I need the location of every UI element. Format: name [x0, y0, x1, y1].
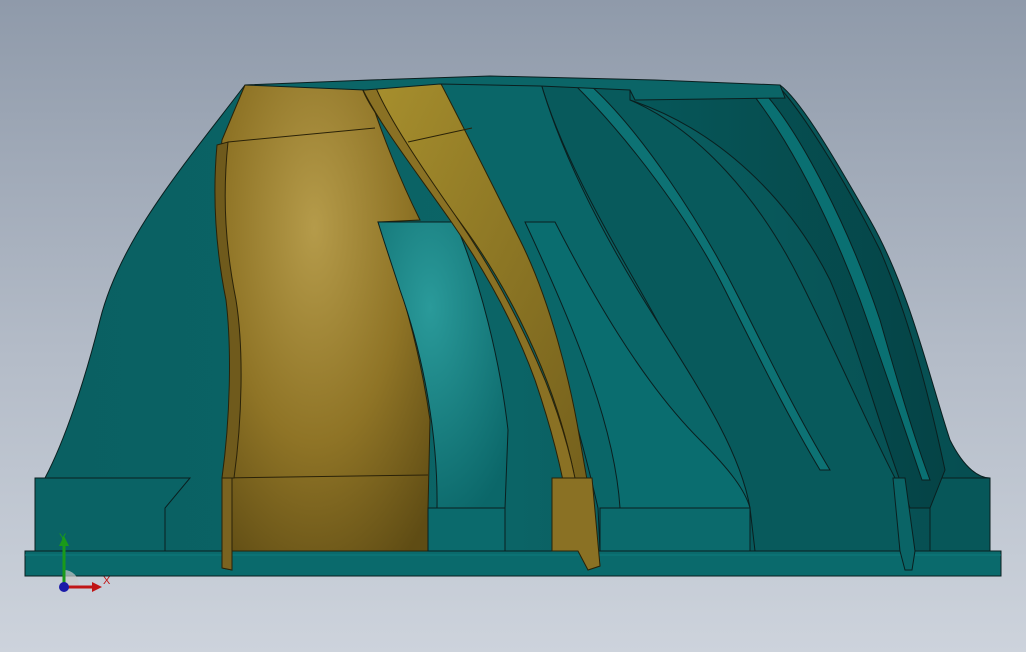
impeller-3d-model[interactable] [0, 0, 1026, 652]
cad-graphics-viewport[interactable]: Y X [0, 0, 1026, 652]
coordinate-triad: Y X [48, 530, 118, 600]
z-axis-origin [59, 582, 69, 592]
base-plate [24, 550, 1002, 577]
x-axis-label: X [103, 575, 111, 587]
y-axis-label: Y [59, 532, 67, 544]
